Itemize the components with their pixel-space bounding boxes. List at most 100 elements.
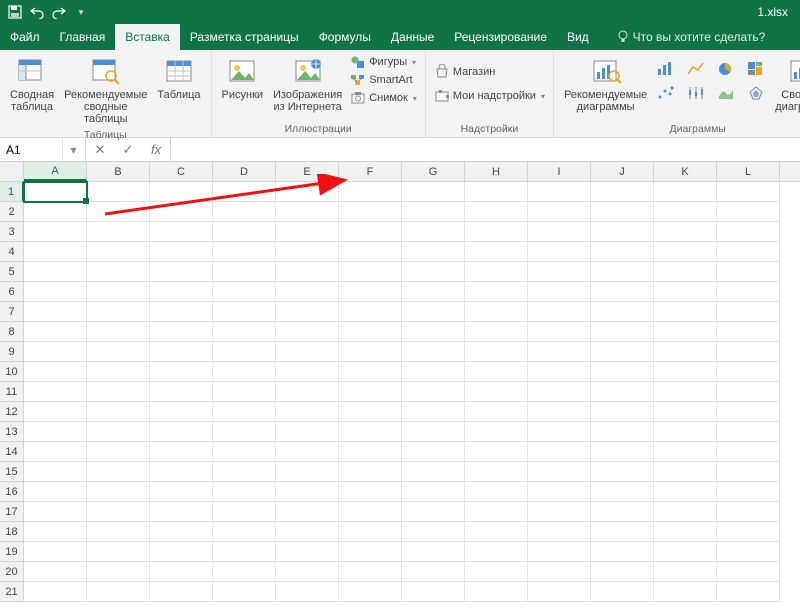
cell[interactable] (591, 582, 654, 602)
cell[interactable] (87, 462, 150, 482)
cell[interactable] (150, 282, 213, 302)
cell[interactable] (591, 262, 654, 282)
cell[interactable] (276, 282, 339, 302)
cell[interactable] (150, 502, 213, 522)
line-chart-icon[interactable] (685, 59, 707, 79)
row-header[interactable]: 3 (0, 222, 24, 242)
cell[interactable] (654, 282, 717, 302)
column-header[interactable]: B (87, 162, 150, 181)
recommended-charts-button[interactable]: Рекомендуемые диаграммы (560, 53, 651, 115)
save-icon[interactable] (6, 3, 24, 21)
cell[interactable] (213, 422, 276, 442)
cell[interactable] (339, 322, 402, 342)
cell[interactable] (528, 242, 591, 262)
column-header[interactable]: E (276, 162, 339, 181)
bar-chart-icon[interactable] (655, 59, 677, 79)
cell[interactable] (150, 482, 213, 502)
cell[interactable] (150, 402, 213, 422)
cell[interactable] (276, 462, 339, 482)
cell[interactable] (87, 242, 150, 262)
cell[interactable] (717, 342, 780, 362)
cell[interactable] (402, 182, 465, 202)
cell[interactable] (654, 182, 717, 202)
cell[interactable] (591, 342, 654, 362)
row-header[interactable]: 6 (0, 282, 24, 302)
cell[interactable] (339, 502, 402, 522)
cell[interactable] (339, 302, 402, 322)
cell[interactable] (717, 242, 780, 262)
surface-chart-icon[interactable] (715, 83, 737, 103)
cell[interactable] (87, 442, 150, 462)
cell[interactable] (591, 402, 654, 422)
cell[interactable] (402, 462, 465, 482)
store-button[interactable]: Магазин (432, 63, 547, 81)
tab-data[interactable]: Данные (381, 24, 444, 50)
pie-chart-icon[interactable] (715, 59, 737, 79)
cell[interactable] (339, 262, 402, 282)
cell[interactable] (465, 222, 528, 242)
cell[interactable] (150, 182, 213, 202)
cell[interactable] (24, 442, 87, 462)
cell[interactable] (24, 322, 87, 342)
cell[interactable] (654, 382, 717, 402)
cell[interactable] (654, 242, 717, 262)
row-header[interactable]: 19 (0, 542, 24, 562)
cell[interactable] (528, 402, 591, 422)
cell[interactable] (150, 362, 213, 382)
cell[interactable] (591, 322, 654, 342)
cell[interactable] (213, 362, 276, 382)
cell[interactable] (465, 562, 528, 582)
cell[interactable] (150, 542, 213, 562)
cell[interactable] (87, 542, 150, 562)
cell[interactable] (213, 582, 276, 602)
cell[interactable] (213, 262, 276, 282)
cell[interactable] (654, 582, 717, 602)
cell[interactable] (213, 562, 276, 582)
row-header[interactable]: 8 (0, 322, 24, 342)
cell[interactable] (276, 582, 339, 602)
tab-insert[interactable]: Вставка (115, 24, 180, 50)
row-header[interactable]: 21 (0, 582, 24, 602)
cell[interactable] (24, 502, 87, 522)
cell[interactable] (276, 262, 339, 282)
cell[interactable] (87, 342, 150, 362)
cell[interactable] (24, 362, 87, 382)
row-header[interactable]: 1 (0, 182, 24, 202)
cell[interactable] (654, 542, 717, 562)
cell[interactable] (87, 202, 150, 222)
cell[interactable] (150, 302, 213, 322)
cell[interactable] (717, 582, 780, 602)
cell[interactable] (465, 522, 528, 542)
cell[interactable] (465, 342, 528, 362)
cell[interactable] (276, 242, 339, 262)
row-header[interactable]: 20 (0, 562, 24, 582)
cell[interactable] (465, 302, 528, 322)
cell[interactable] (402, 442, 465, 462)
cell[interactable] (528, 502, 591, 522)
cell[interactable] (276, 302, 339, 322)
cell[interactable] (465, 422, 528, 442)
cell[interactable] (402, 502, 465, 522)
cell[interactable] (339, 342, 402, 362)
stock-chart-icon[interactable] (685, 83, 707, 103)
qat-dropdown-icon[interactable]: ▾ (72, 3, 90, 21)
recommended-pivot-button[interactable]: Рекомендуемые сводные таблицы (60, 53, 151, 127)
cell[interactable] (528, 322, 591, 342)
cell[interactable] (24, 342, 87, 362)
row-header[interactable]: 4 (0, 242, 24, 262)
cell[interactable] (150, 342, 213, 362)
cell[interactable] (276, 542, 339, 562)
cell[interactable] (528, 262, 591, 282)
cell[interactable] (24, 582, 87, 602)
cell[interactable] (591, 482, 654, 502)
cell[interactable] (717, 302, 780, 322)
cell[interactable] (150, 322, 213, 342)
column-header[interactable]: D (213, 162, 276, 181)
cell[interactable] (24, 242, 87, 262)
select-all-corner[interactable] (0, 162, 24, 181)
cell[interactable] (339, 582, 402, 602)
cell[interactable] (591, 422, 654, 442)
tell-me-box[interactable]: Что вы хотите сделать? (607, 24, 776, 50)
cell[interactable] (276, 482, 339, 502)
cell[interactable] (276, 562, 339, 582)
